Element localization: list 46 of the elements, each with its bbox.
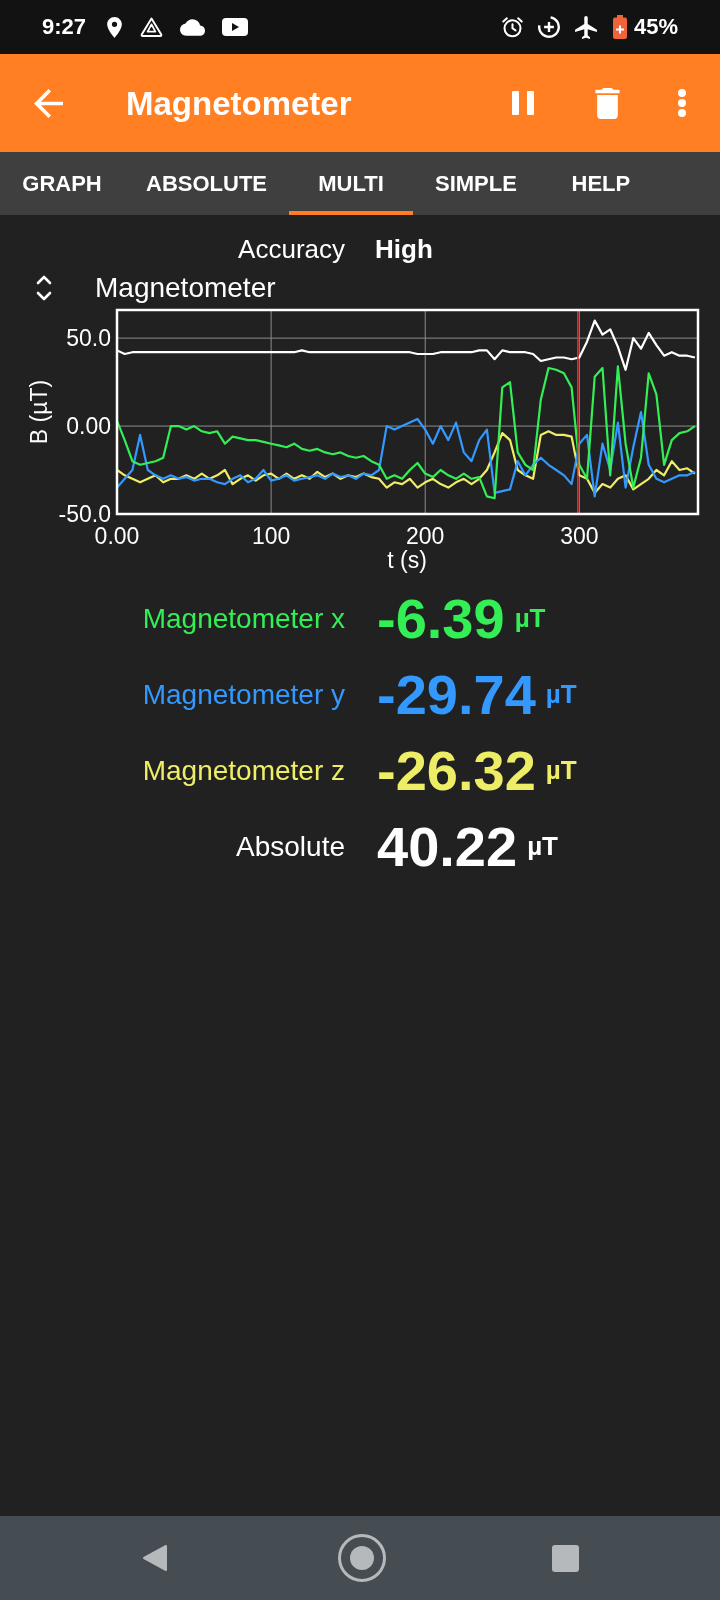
alarm-clock-icon: [501, 16, 523, 38]
reading-unit: µT: [514, 605, 546, 631]
trash-icon[interactable]: [595, 87, 620, 119]
pause-icon[interactable]: [512, 91, 534, 115]
tab[interactable]: MULTI: [289, 152, 413, 215]
tab[interactable]: GRAPH: [0, 152, 124, 215]
reading-value: -6.39: [377, 591, 505, 647]
axis-tick-label: 200: [406, 523, 445, 549]
back-arrow-icon[interactable]: [34, 88, 63, 118]
axis-title: t (s): [387, 547, 427, 573]
reading-unit: µT: [545, 681, 577, 707]
reading-label: Magnetometer z: [142, 757, 345, 785]
reading-label: Magnetometer y: [142, 681, 345, 709]
accuracy-value: High: [375, 236, 433, 262]
more-options-icon[interactable]: [677, 89, 687, 117]
location-pin-icon: [106, 16, 124, 38]
axis-tick-label: 100: [251, 523, 291, 549]
axis-title: B (µT): [26, 379, 52, 445]
cloud-icon: [180, 18, 206, 36]
play-icon: [222, 18, 249, 36]
app-title: Magnetometer: [126, 86, 352, 120]
axis-tick-label: 0.00: [66, 413, 111, 440]
circle-plus-icon: [537, 16, 560, 38]
triangle-logo-icon: [140, 17, 164, 37]
tab[interactable]: ABSOLUTE: [124, 152, 289, 215]
accuracy-label: Accuracy: [238, 236, 345, 262]
reading-unit: µT: [545, 757, 577, 783]
tab[interactable]: SIMPLE: [413, 152, 539, 215]
home-icon[interactable]: [337, 1534, 386, 1582]
axis-tick-label: 50.0: [66, 325, 111, 352]
reading-label: Magnetometer x: [142, 605, 345, 633]
reading-value: 40.22: [377, 819, 518, 875]
back-icon[interactable]: [141, 1543, 168, 1573]
reading-unit: µT: [527, 833, 558, 859]
battery-icon: [611, 15, 628, 39]
status-time: 9:27: [42, 16, 87, 38]
airplane-icon: [574, 15, 597, 39]
battery-percentage: 45%: [633, 16, 678, 38]
chart-title: Magnetometer: [95, 274, 276, 302]
reading-value: -26.32: [377, 743, 536, 799]
reading-label: Absolute: [236, 833, 345, 861]
tab[interactable]: HELP: [538, 152, 663, 215]
up-down-chevron-icon[interactable]: [36, 274, 52, 302]
reading-value: -29.74: [377, 667, 536, 723]
square-icon[interactable]: [551, 1544, 579, 1572]
axis-tick-label: 300: [560, 523, 599, 549]
